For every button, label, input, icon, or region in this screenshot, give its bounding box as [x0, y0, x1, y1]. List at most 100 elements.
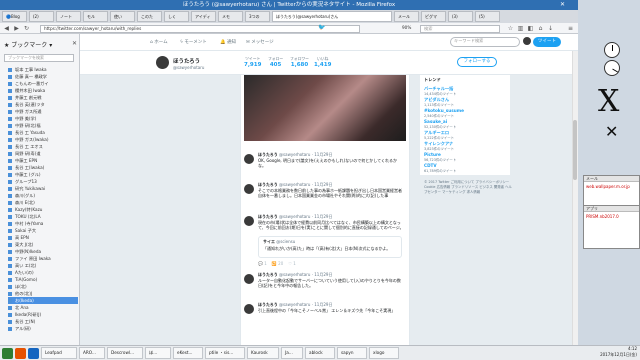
scrollbar-thumb[interactable] [573, 120, 577, 180]
retweet-icon[interactable]: 🔁 [272, 261, 277, 266]
browser-tab[interactable]: ピグマ [421, 11, 446, 22]
bookmark-item[interactable]: ファイ 原田 Iwaka [8, 255, 78, 262]
tweet[interactable]: ほうたろう @sawyerhotaru · 11月29日 引上直後程中の「今年こ… [244, 302, 406, 338]
zoom-level[interactable]: 90% [402, 25, 411, 30]
forward-icon[interactable]: ▶ [12, 24, 21, 33]
tweet-avatar[interactable] [244, 274, 254, 284]
bookmark-item[interactable]: こもんの一番ガイ [8, 80, 78, 87]
browser-tab[interactable]: モル [83, 11, 108, 22]
nav-moments[interactable]: ϟ モーメント [180, 39, 207, 45]
tweet-avatar[interactable] [244, 184, 254, 194]
bookmark-item[interactable]: 高 EPN [8, 234, 78, 241]
stat-likes[interactable]: いいね 1,419 [314, 56, 331, 68]
bookmark-item[interactable]: 中野 美(学) [8, 115, 78, 122]
bookmark-item[interactable]: 中藤工 EPN [8, 157, 78, 164]
nav-notifications[interactable]: 🔔 通知 [220, 39, 236, 45]
system-tray-clock[interactable]: 4:12 2017年12月1日(金) [575, 346, 640, 360]
bookmark-search-input[interactable]: ブックマークを検索 [4, 54, 74, 62]
bookmark-item[interactable]: 中村 (寺)Yama [8, 220, 78, 227]
stat-following[interactable]: フォロー 405 [268, 56, 283, 68]
bookmark-item[interactable]: 佐藤 真一 橋政学 [8, 73, 78, 80]
stat-tweets[interactable]: ツイート 7,919 [244, 56, 261, 68]
user-avatar[interactable] [523, 37, 531, 45]
twitter-search-input[interactable]: キーワード検索 [450, 37, 520, 47]
tweet-avatar[interactable] [244, 304, 254, 314]
bookmark-item[interactable]: 長谷 工 エオス [8, 143, 78, 150]
bookmark-item[interactable]: 中野 ガス(Iwaka) [8, 136, 78, 143]
tweet-avatar[interactable] [244, 154, 254, 164]
bookmark-item[interactable]: 高い エ(北) [8, 262, 78, 269]
bookmark-item[interactable]: 岡野 研(寿)道 [8, 150, 78, 157]
url-bar[interactable]: https://twitter.com/sawyer_hotaru/with_r… [40, 25, 360, 33]
desktop-window[interactable]: アプリ PRISM.nb2017.0 [583, 205, 640, 249]
bookmark-item[interactable]: Sakai 子大 [8, 227, 78, 234]
tweet[interactable]: ほうたろう @sawyerhotaru · 11月29日 OK, Google,… [244, 152, 406, 180]
bookmark-item[interactable]: 北 Ana [8, 304, 78, 311]
tweet-button[interactable]: ツイート [533, 37, 561, 47]
bookmark-item[interactable]: Aたい(の) [8, 269, 78, 276]
browser-tab[interactable]: しく [164, 11, 189, 22]
menu-icon[interactable]: ≡ [566, 24, 575, 33]
start-menu-icon[interactable] [2, 347, 13, 359]
search-input[interactable]: 検索 [420, 25, 500, 33]
taskbar-item[interactable]: ablock [305, 347, 335, 359]
browser-tab[interactable]: 使い [110, 11, 135, 22]
bookmark-item[interactable]: 長谷 工(Iwaka) [8, 164, 78, 171]
bookmark-item[interactable]: グループ13 [8, 178, 78, 185]
bookmark-item[interactable]: 中野(N)Ikeda [8, 248, 78, 255]
tweet-avatar[interactable] [244, 216, 254, 226]
library-icon[interactable]: ▥ [516, 24, 525, 33]
browser-tab[interactable]: 🔵Blog [2, 11, 27, 22]
close-sidebar-icon[interactable]: ✕ [72, 40, 77, 47]
home-icon[interactable]: ⌂ [536, 24, 545, 33]
taskbar-item[interactable]: Ja... [281, 347, 303, 359]
browser-tab[interactable]: 3つの [245, 11, 270, 22]
bookmark-item[interactable]: 他の(北)J [8, 290, 78, 297]
follow-button[interactable]: フォローする [457, 57, 497, 67]
tweet[interactable]: ほうたろう @sawyerhotaru · 11月29日 ルーター自動化起動でサ… [244, 272, 406, 300]
taskbar-item[interactable]: xlogo [369, 347, 399, 359]
bookmark-item[interactable]: Kazy(特)Kazu [8, 206, 78, 213]
browser-tab[interactable]: (2) [29, 11, 54, 22]
terminal-icon[interactable] [28, 347, 39, 359]
bookmark-item[interactable]: 坂本 工事 Iwaka [8, 66, 78, 73]
browser-tab[interactable]: このた [137, 11, 162, 22]
tweet[interactable]: ほうたろう @sawyerhotaru · 11月29日 現在の市(場)状は全体… [244, 214, 406, 238]
nav-home[interactable]: ⌂ ホーム [150, 39, 168, 45]
reload-icon[interactable]: ↻ [22, 24, 31, 33]
taskbar-item[interactable]: ptile ・sis... [205, 347, 245, 359]
bookmark-item[interactable]: アル(研) [8, 325, 78, 332]
taskbar-item[interactable]: Descrowl... [107, 347, 143, 359]
close-window-icon[interactable]: ✕ [560, 1, 565, 8]
bookmark-item[interactable]: 中藤工 (グル) [8, 171, 78, 178]
reply-icon[interactable]: 💬 [258, 261, 263, 266]
bookmark-item[interactable]: 長谷 工 Yasuda [8, 129, 78, 136]
taskbar-item[interactable]: Kaurosk [247, 347, 279, 359]
bookmark-star-icon[interactable]: ☆ [506, 24, 515, 33]
bookmark-item[interactable]: 長谷 工(N) [8, 318, 78, 325]
bookmark-item[interactable]: 中野 研(北)福 [8, 122, 78, 129]
browser-tab[interactable]: (5) [475, 11, 500, 22]
quoted-tweet[interactable]: サイエ @sciensu 「通知れがいか(高)た」時は「(高)有(北)大」日本(… [258, 236, 402, 258]
download-icon[interactable]: ↓ [546, 24, 555, 33]
bookmark-item[interactable]: ほ(北) [8, 283, 78, 290]
taskbar-item[interactable]: eKest... [173, 347, 203, 359]
bookmark-item[interactable]: お(Ikeda) [8, 297, 78, 304]
taskbar-item[interactable]: Leafpad [41, 347, 77, 359]
taskbar-item[interactable]: sapyn [337, 347, 367, 359]
like-icon[interactable]: ♡ [288, 261, 292, 266]
firefox-icon[interactable] [15, 347, 26, 359]
bookmark-item[interactable]: 中野 ガス所通 [8, 108, 78, 115]
bookmark-item[interactable]: 森川(グル) [8, 192, 78, 199]
bookmark-item[interactable]: TOKU (北)LA [8, 213, 78, 220]
back-icon[interactable]: ◀ [2, 24, 11, 33]
browser-tab[interactable]: メモ [218, 11, 243, 22]
bookmark-item[interactable]: 研究 Yukikawai [8, 185, 78, 192]
browser-tab[interactable]: メール [394, 11, 419, 22]
bookmark-item[interactable]: 森川 E(北) [8, 199, 78, 206]
stat-followers[interactable]: フォロワー 1,680 [290, 56, 309, 68]
browser-tab-active[interactable]: ほうたろう(@sawyerhotaru)さん [272, 11, 392, 22]
sidebar-icon[interactable]: ◧ [526, 24, 535, 33]
bookmark-item[interactable]: 井藤工 創元戦 [8, 94, 78, 101]
profile-avatar[interactable] [156, 56, 169, 69]
